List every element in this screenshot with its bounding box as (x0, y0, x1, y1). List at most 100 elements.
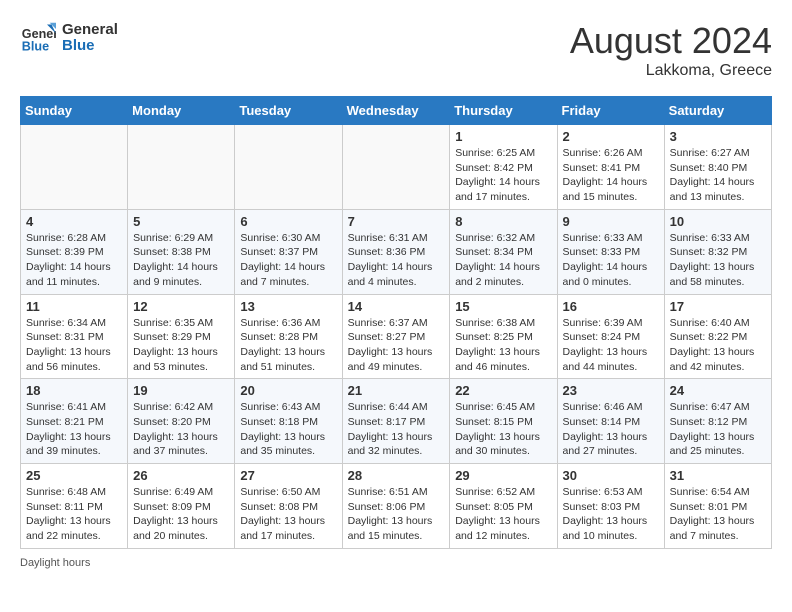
day-info: Sunrise: 6:36 AM Sunset: 8:28 PM Dayligh… (240, 316, 336, 375)
day-info: Sunrise: 6:50 AM Sunset: 8:08 PM Dayligh… (240, 485, 336, 544)
day-info: Sunrise: 6:41 AM Sunset: 8:21 PM Dayligh… (26, 400, 122, 459)
calendar-cell: 27 Sunrise: 6:50 AM Sunset: 8:08 PM Dayli… (235, 464, 342, 549)
calendar-cell: 16 Sunrise: 6:39 AM Sunset: 8:24 PM Dayli… (557, 294, 664, 379)
day-info: Sunrise: 6:54 AM Sunset: 8:01 PM Dayligh… (670, 485, 766, 544)
logo-line1: General (62, 22, 118, 39)
day-number: 19 (133, 383, 229, 398)
calendar-cell: 5 Sunrise: 6:29 AM Sunset: 8:38 PM Daylig… (128, 209, 235, 294)
day-info: Sunrise: 6:39 AM Sunset: 8:24 PM Dayligh… (563, 316, 659, 375)
logo-line2: Blue (62, 38, 118, 55)
calendar-cell: 19Sunrise: 6:42 AM Sunset: 8:20 PM Dayli… (128, 379, 235, 464)
calendar-header-monday: Monday (128, 97, 235, 125)
day-number: 10 (670, 214, 766, 229)
day-info: Sunrise: 6:43 AM Sunset: 8:18 PM Dayligh… (240, 400, 336, 459)
calendar-cell: 28Sunrise: 6:51 AM Sunset: 8:06 PM Dayli… (342, 464, 450, 549)
calendar-cell (128, 125, 235, 210)
calendar-cell: 2 Sunrise: 6:26 AM Sunset: 8:41 PM Daylig… (557, 125, 664, 210)
day-number: 17 (670, 299, 766, 314)
calendar-cell: 14 Sunrise: 6:37 AM Sunset: 8:27 PM Dayli… (342, 294, 450, 379)
day-number: 9 (563, 214, 659, 229)
calendar-cell: 7 Sunrise: 6:31 AM Sunset: 8:36 PM Daylig… (342, 209, 450, 294)
day-info: Sunrise: 6:45 AM Sunset: 8:15 PM Dayligh… (455, 400, 551, 459)
calendar-cell: 22 Sunrise: 6:45 AM Sunset: 8:15 PM Dayli… (450, 379, 557, 464)
day-number: 23 (563, 383, 659, 398)
day-info: Sunrise: 6:32 AM Sunset: 8:34 PM Dayligh… (455, 231, 551, 290)
calendar-cell: 26 Sunrise: 6:49 AM Sunset: 8:09 PM Dayli… (128, 464, 235, 549)
calendar-cell (342, 125, 450, 210)
calendar-table: SundayMondayTuesdayWednesdayThursdayFrid… (20, 96, 772, 549)
calendar-header-row: SundayMondayTuesdayWednesdayThursdayFrid… (21, 97, 772, 125)
calendar-header-thursday: Thursday (450, 97, 557, 125)
calendar-cell: 25 Sunrise: 6:48 AM Sunset: 8:11 PM Dayli… (21, 464, 128, 549)
day-info: Sunrise: 6:44 AM Sunset: 8:17 PM Dayligh… (348, 400, 445, 459)
calendar-cell: 29 Sunrise: 6:52 AM Sunset: 8:05 PM Dayli… (450, 464, 557, 549)
day-number: 6 (240, 214, 336, 229)
day-info: Sunrise: 6:31 AM Sunset: 8:36 PM Dayligh… (348, 231, 445, 290)
day-number: 29 (455, 468, 551, 483)
calendar-cell (235, 125, 342, 210)
logo: General Blue General Blue (20, 20, 118, 56)
day-info: Sunrise: 6:46 AM Sunset: 8:14 PM Dayligh… (563, 400, 659, 459)
day-number: 8 (455, 214, 551, 229)
day-number: 22 (455, 383, 551, 398)
calendar-week-row: 4 Sunrise: 6:28 AM Sunset: 8:39 PM Daylig… (21, 209, 772, 294)
day-number: 18 (26, 383, 122, 398)
calendar-cell: 31 Sunrise: 6:54 AM Sunset: 8:01 PM Dayli… (664, 464, 771, 549)
day-number: 27 (240, 468, 336, 483)
day-info: Sunrise: 6:34 AM Sunset: 8:31 PM Dayligh… (26, 316, 122, 375)
calendar-header-friday: Friday (557, 97, 664, 125)
day-number: 4 (26, 214, 122, 229)
day-info: Sunrise: 6:33 AM Sunset: 8:33 PM Dayligh… (563, 231, 659, 290)
day-info: Sunrise: 6:33 AM Sunset: 8:32 PM Dayligh… (670, 231, 766, 290)
calendar-week-row: 1Sunrise: 6:25 AM Sunset: 8:42 PM Daylig… (21, 125, 772, 210)
month-year-title: August 2024 (570, 20, 772, 62)
footer-note: Daylight hours (20, 557, 772, 569)
calendar-cell: 24 Sunrise: 6:47 AM Sunset: 8:12 PM Dayli… (664, 379, 771, 464)
day-info: Sunrise: 6:48 AM Sunset: 8:11 PM Dayligh… (26, 485, 122, 544)
calendar-header-wednesday: Wednesday (342, 97, 450, 125)
day-info: Sunrise: 6:29 AM Sunset: 8:38 PM Dayligh… (133, 231, 229, 290)
calendar-header-saturday: Saturday (664, 97, 771, 125)
calendar-cell: 20 Sunrise: 6:43 AM Sunset: 8:18 PM Dayli… (235, 379, 342, 464)
day-number: 25 (26, 468, 122, 483)
day-number: 20 (240, 383, 336, 398)
day-info: Sunrise: 6:38 AM Sunset: 8:25 PM Dayligh… (455, 316, 551, 375)
calendar-cell: 17 Sunrise: 6:40 AM Sunset: 8:22 PM Dayli… (664, 294, 771, 379)
day-number: 14 (348, 299, 445, 314)
calendar-cell: 9 Sunrise: 6:33 AM Sunset: 8:33 PM Daylig… (557, 209, 664, 294)
day-number: 15 (455, 299, 551, 314)
day-number: 26 (133, 468, 229, 483)
day-info: Sunrise: 6:49 AM Sunset: 8:09 PM Dayligh… (133, 485, 229, 544)
day-number: 16 (563, 299, 659, 314)
day-info: Sunrise: 6:47 AM Sunset: 8:12 PM Dayligh… (670, 400, 766, 459)
day-number: 2 (563, 129, 659, 144)
calendar-cell: 21 Sunrise: 6:44 AM Sunset: 8:17 PM Dayli… (342, 379, 450, 464)
calendar-cell: 30 Sunrise: 6:53 AM Sunset: 8:03 PM Dayli… (557, 464, 664, 549)
day-info: Sunrise: 6:52 AM Sunset: 8:05 PM Dayligh… (455, 485, 551, 544)
calendar-cell: 3Sunrise: 6:27 AM Sunset: 8:40 PM Daylig… (664, 125, 771, 210)
calendar-cell: 18 Sunrise: 6:41 AM Sunset: 8:21 PM Dayli… (21, 379, 128, 464)
calendar-header-tuesday: Tuesday (235, 97, 342, 125)
calendar-cell: 4 Sunrise: 6:28 AM Sunset: 8:39 PM Daylig… (21, 209, 128, 294)
day-number: 7 (348, 214, 445, 229)
day-number: 24 (670, 383, 766, 398)
title-area: August 2024 Lakkoma, Greece (570, 20, 772, 80)
day-number: 31 (670, 468, 766, 483)
calendar-cell (21, 125, 128, 210)
day-info: Sunrise: 6:53 AM Sunset: 8:03 PM Dayligh… (563, 485, 659, 544)
calendar-cell: 6Sunrise: 6:30 AM Sunset: 8:37 PM Daylig… (235, 209, 342, 294)
day-number: 21 (348, 383, 445, 398)
day-number: 1 (455, 129, 551, 144)
calendar-cell: 10 Sunrise: 6:33 AM Sunset: 8:32 PM Dayli… (664, 209, 771, 294)
day-info: Sunrise: 6:28 AM Sunset: 8:39 PM Dayligh… (26, 231, 122, 290)
day-info: Sunrise: 6:40 AM Sunset: 8:22 PM Dayligh… (670, 316, 766, 375)
calendar-cell: 8 Sunrise: 6:32 AM Sunset: 8:34 PM Daylig… (450, 209, 557, 294)
day-info: Sunrise: 6:37 AM Sunset: 8:27 PM Dayligh… (348, 316, 445, 375)
day-number: 28 (348, 468, 445, 483)
day-number: 12 (133, 299, 229, 314)
logo-icon: General Blue (20, 20, 56, 56)
day-number: 5 (133, 214, 229, 229)
day-info: Sunrise: 6:26 AM Sunset: 8:41 PM Dayligh… (563, 146, 659, 205)
day-number: 30 (563, 468, 659, 483)
calendar-cell: 11Sunrise: 6:34 AM Sunset: 8:31 PM Dayli… (21, 294, 128, 379)
